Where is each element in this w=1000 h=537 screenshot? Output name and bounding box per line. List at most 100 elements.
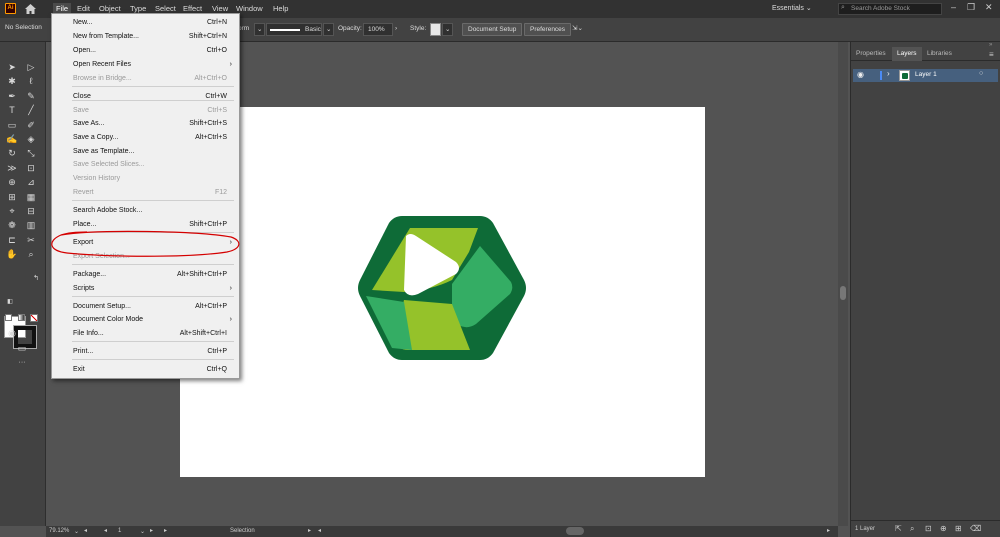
new-sublayer-icon[interactable]: ⊕ [940, 524, 947, 533]
layer-row[interactable]: ◉ › Layer 1 ○ [853, 69, 998, 82]
preferences-button[interactable]: Preferences [524, 23, 572, 36]
new-layer-icon[interactable]: ⊞ [955, 524, 962, 533]
target-circle-icon[interactable]: ○ [979, 70, 983, 77]
column-graph-icon[interactable]: ▥ [25, 220, 37, 231]
chevron-down-icon[interactable]: ⌄ [323, 23, 334, 36]
file-menu-item-save-a-copy[interactable]: Save a Copy... Alt+Ctrl+S [52, 132, 239, 144]
document-setup-button[interactable]: Document Setup [462, 23, 523, 36]
hexagon-logo-artwork[interactable] [352, 212, 532, 372]
file-menu-item-package[interactable]: Package... Alt+Shift+Ctrl+P [52, 269, 239, 281]
chevron-down-icon[interactable]: ⌄ [254, 23, 265, 36]
close-icon[interactable]: ✕ [985, 2, 993, 13]
rectangle-tool-icon[interactable]: ▭ [6, 120, 18, 131]
hscroll-right-icon[interactable]: ▸ [827, 527, 830, 534]
direct-selection-icon[interactable]: ▷ [25, 62, 37, 73]
file-menu-item-save-as[interactable]: Save As... Shift+Ctrl+S [52, 118, 239, 130]
panel-menu-icon[interactable]: ≡ [989, 50, 994, 59]
visibility-eye-icon[interactable]: ◉ [857, 70, 864, 79]
tab-libraries[interactable]: Libraries [922, 47, 957, 61]
line-tool-icon[interactable]: ╱ [25, 105, 37, 116]
chevron-down-icon[interactable]: ⌄ [74, 528, 79, 535]
minimize-icon[interactable]: – [951, 2, 956, 12]
style-swatch[interactable] [430, 23, 441, 36]
workspace-switcher[interactable]: Essentials ⌄ [772, 3, 812, 15]
hscroll-thumb[interactable] [566, 527, 584, 535]
file-menu-item-open[interactable]: Open... Ctrl+O [52, 45, 239, 57]
eraser-icon[interactable]: ◈ [25, 134, 37, 145]
clipping-mask-icon[interactable]: ⊡ [925, 524, 932, 533]
gradient-tool-icon[interactable]: ▦ [25, 192, 37, 203]
magic-wand-icon[interactable]: ✱ [6, 76, 18, 87]
previous-artboard-icon[interactable]: ◂ [84, 527, 87, 534]
mesh-tool-icon[interactable]: ⊞ [6, 192, 18, 203]
menu-help[interactable]: Help [270, 3, 291, 15]
pen-tool-icon[interactable]: ✒ [6, 91, 18, 102]
curvature-icon[interactable]: ✎ [25, 91, 37, 102]
file-menu-item-file-info[interactable]: File Info... Alt+Shift+Ctrl+I [52, 328, 239, 340]
selection-tool-icon[interactable]: ➤ [6, 62, 18, 73]
file-menu-item-open-recent-files[interactable]: Open Recent Files › [52, 59, 239, 71]
file-menu-item-new[interactable]: New... Ctrl+N [52, 17, 239, 29]
more-tools-icon[interactable]: ··· [16, 357, 28, 368]
tab-layers[interactable]: Layers [892, 47, 922, 61]
file-menu-item-document-color-mode[interactable]: Document Color Mode › [52, 314, 239, 326]
last-artboard-icon[interactable]: ▸ [164, 527, 167, 534]
lasso-icon[interactable]: ℓ [25, 76, 37, 87]
file-menu-item-new-from-template[interactable]: New from Template... Shift+Ctrl+N [52, 31, 239, 43]
zoom-tool-icon[interactable]: ⌕ [25, 249, 37, 260]
file-menu-item-search-adobe-stock[interactable]: Search Adobe Stock... [52, 205, 239, 217]
artboard[interactable] [180, 107, 705, 477]
delete-layer-icon[interactable]: ⌫ [970, 524, 981, 533]
file-menu-item-close[interactable]: Close Ctrl+W [52, 91, 239, 103]
file-menu-item-place[interactable]: Place... Shift+Ctrl+P [52, 219, 239, 231]
stroke-style-dropdown[interactable]: Basic [266, 23, 322, 36]
perspective-grid-icon[interactable]: ⊿ [25, 177, 37, 188]
eyedropper-icon[interactable]: ⌖ [6, 206, 18, 217]
search-stock-input[interactable]: Search Adobe Stock [838, 3, 942, 15]
gradient-mode-icon[interactable] [18, 314, 25, 321]
chevron-down-icon[interactable]: ⌄ [442, 23, 453, 36]
default-colors-icon[interactable]: ◧ [4, 297, 16, 308]
shape-builder-icon[interactable]: ⊕ [6, 177, 18, 188]
chevron-down-icon[interactable]: ⌄ [140, 528, 145, 535]
chevron-right-icon[interactable]: › [887, 69, 890, 78]
width-tool-icon[interactable]: ≫ [6, 163, 18, 174]
none-mode-icon[interactable] [30, 314, 38, 322]
first-artboard-icon[interactable]: ◂ [104, 527, 107, 534]
scrollbar-thumb[interactable] [840, 286, 846, 300]
file-menu-item-scripts[interactable]: Scripts › [52, 283, 239, 295]
chevron-right-icon[interactable]: › [395, 23, 397, 36]
opacity-input[interactable]: 100% [363, 23, 393, 36]
next-artboard-icon[interactable]: ▸ [150, 527, 153, 534]
file-menu-item-document-setup[interactable]: Document Setup... Alt+Ctrl+P [52, 301, 239, 313]
hand-tool-icon[interactable]: ✋ [6, 249, 18, 260]
restore-icon[interactable]: ❐ [967, 2, 975, 13]
screen-mode-icon[interactable]: ▭ [16, 343, 28, 354]
export-layer-icon[interactable]: ⇱ [895, 524, 902, 533]
shaper-tool-icon[interactable]: ✍ [6, 134, 18, 145]
free-transform-icon[interactable]: ⊡ [25, 163, 37, 174]
symbol-sprayer-icon[interactable]: ❁ [6, 220, 18, 231]
file-menu-item-save-as-template[interactable]: Save as Template... [52, 146, 239, 158]
artboard-tool-icon[interactable]: ⊏ [6, 235, 18, 246]
arrange-icon[interactable]: ⇲⌄ [572, 23, 583, 36]
draw-mode-icon[interactable]: ◉ [6, 328, 18, 339]
artboard-number[interactable]: 1 [118, 528, 121, 534]
file-menu-item-exit[interactable]: Exit Ctrl+Q [52, 364, 239, 376]
hscroll-left-icon[interactable]: ◂ [318, 527, 321, 534]
blend-tool-icon[interactable]: ⊟ [25, 206, 37, 217]
file-menu-item-export[interactable]: Export › [52, 237, 239, 249]
swap-colors-icon[interactable]: ↰ [30, 273, 42, 284]
slice-tool-icon[interactable]: ✂ [25, 235, 37, 246]
zoom-level[interactable]: 79.12% [49, 528, 69, 534]
vertical-scrollbar[interactable] [838, 42, 848, 526]
rotate-tool-icon[interactable]: ↻ [6, 148, 18, 159]
tab-properties[interactable]: Properties [851, 47, 891, 61]
type-tool-icon[interactable]: T [6, 105, 18, 116]
search-icon[interactable]: ⌕ [910, 524, 914, 534]
paintbrush-icon[interactable]: ✐ [25, 120, 37, 131]
home-icon[interactable] [24, 3, 37, 15]
status-arrow-icon[interactable]: ▸ [308, 527, 311, 534]
file-menu-item-print[interactable]: Print... Ctrl+P [52, 346, 239, 358]
scale-tool-icon[interactable]: ⤡ [25, 148, 37, 159]
